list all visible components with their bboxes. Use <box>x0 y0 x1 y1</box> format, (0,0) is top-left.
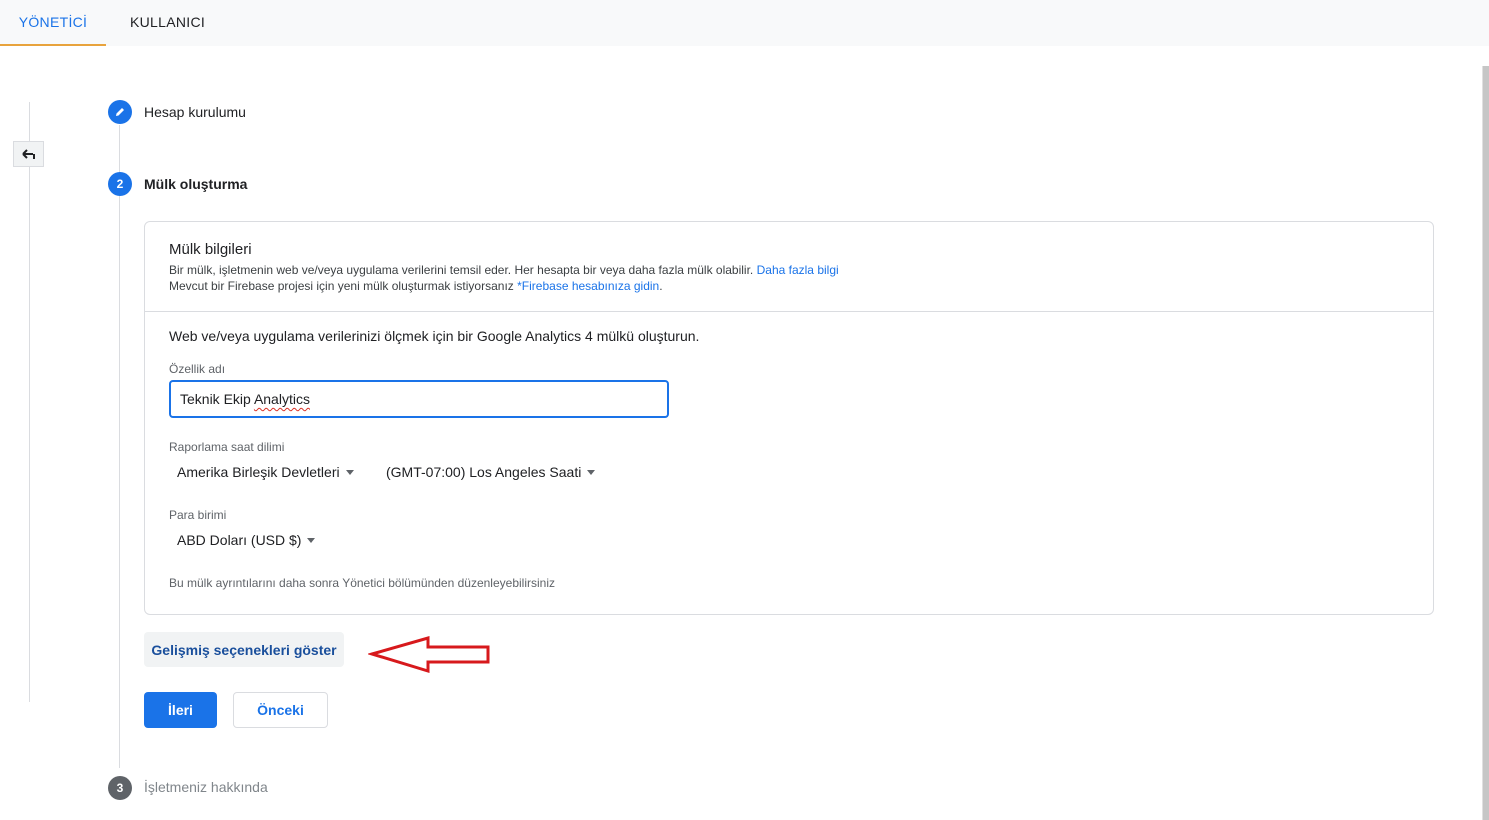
stepper-connector <box>119 196 120 768</box>
step-1-indicator <box>108 100 132 124</box>
back-button[interactable] <box>13 141 44 167</box>
property-name-input[interactable]: Teknik Ekip Analytics <box>169 380 669 418</box>
annotation-arrow-icon <box>368 636 490 674</box>
card-intro: Web ve/veya uygulama verilerinizi ölçmek… <box>169 328 700 344</box>
property-details-card: Mülk bilgileri Bir mülk, işletmenin web … <box>144 221 1434 615</box>
stepper-connector <box>119 125 120 173</box>
currency-dropdown-value: ABD Doları (USD $) <box>177 532 302 548</box>
scrollbar[interactable] <box>1483 66 1489 820</box>
card-description-2-text: Mevcut bir Firebase projesi için yeni mü… <box>169 279 514 293</box>
caret-down-icon <box>345 469 354 475</box>
timezone-label: Raporlama saat dilimi <box>169 440 285 454</box>
step-3-indicator: 3 <box>108 776 132 800</box>
card-description-2: Mevcut bir Firebase projesi için yeni mü… <box>169 279 663 293</box>
country-dropdown[interactable]: Amerika Birleşik Devletleri <box>177 464 354 480</box>
card-description-1-text: Bir mülk, işletmenin web ve/veya uygulam… <box>169 263 754 277</box>
pencil-icon <box>116 108 124 116</box>
tab-user[interactable]: KULLANICI <box>130 0 205 46</box>
card-divider <box>145 311 1433 312</box>
currency-dropdown[interactable]: ABD Doları (USD $) <box>177 532 316 548</box>
property-name-label: Özellik adı <box>169 362 226 376</box>
card-description-2-end: . <box>659 279 663 293</box>
property-name-value-part2: Analytics <box>253 391 310 407</box>
back-arrow-icon <box>21 149 35 159</box>
step-1-label: Hesap kurulumu <box>144 104 246 120</box>
card-title: Mülk bilgileri <box>169 241 252 258</box>
next-button[interactable]: İleri <box>144 692 217 728</box>
country-dropdown-value: Amerika Birleşik Devletleri <box>177 464 340 480</box>
show-advanced-options-button[interactable]: Gelişmiş seçenekleri göster <box>144 632 344 667</box>
previous-button[interactable]: Önceki <box>233 692 328 728</box>
step-3-label: İşletmeniz hakkında <box>144 779 268 795</box>
step-2-indicator: 2 <box>108 172 132 196</box>
side-divider <box>29 102 30 702</box>
firebase-link[interactable]: *Firebase hesabınıza gidin <box>517 279 659 293</box>
tab-admin[interactable]: YÖNETİCİ <box>0 0 106 46</box>
timezone-dropdown[interactable]: (GMT-07:00) Los Angeles Saati <box>386 464 596 480</box>
currency-label: Para birimi <box>169 508 227 522</box>
step-2-label: Mülk oluşturma <box>144 176 248 192</box>
property-name-value-part1: Teknik Ekip <box>180 391 254 407</box>
caret-down-icon <box>587 469 596 475</box>
caret-down-icon <box>307 537 316 543</box>
card-footnote: Bu mülk ayrıntılarını daha sonra Yönetic… <box>169 576 555 590</box>
timezone-dropdown-value: (GMT-07:00) Los Angeles Saati <box>386 464 582 480</box>
card-description-1: Bir mülk, işletmenin web ve/veya uygulam… <box>169 263 839 277</box>
top-navigation-bar: YÖNETİCİ KULLANICI <box>0 0 1489 46</box>
learn-more-link[interactable]: Daha fazla bilgi <box>757 263 839 277</box>
